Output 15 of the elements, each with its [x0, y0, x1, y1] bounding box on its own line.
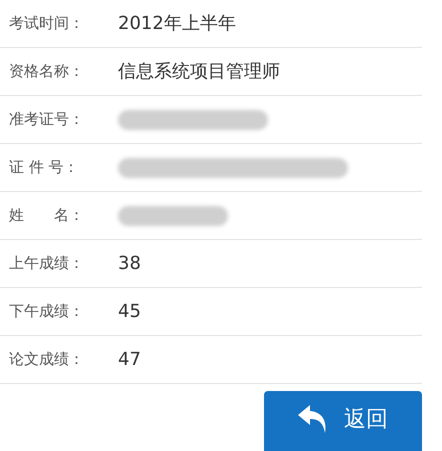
field-value: 2012年上半年 — [118, 12, 236, 36]
field-value: 47 — [118, 348, 141, 372]
back-button[interactable]: 返回 — [264, 391, 422, 451]
field-value: 信息系统项目管理师 — [118, 60, 280, 84]
field-label: 上午成绩： — [8, 253, 85, 274]
field-label: 资格名称： — [8, 61, 85, 82]
field-label: 论文成绩： — [8, 349, 85, 370]
field-label: 姓 名： — [8, 205, 85, 226]
field-label: 下午成绩： — [8, 301, 85, 322]
field-label: 考试时间： — [8, 13, 85, 34]
field-value: 38 — [118, 252, 141, 276]
back-arrow-icon — [298, 405, 328, 433]
field-label: 准考证号： — [8, 109, 85, 130]
field-value: 45 — [118, 300, 141, 324]
field-label: 证 件 号： — [8, 157, 80, 178]
